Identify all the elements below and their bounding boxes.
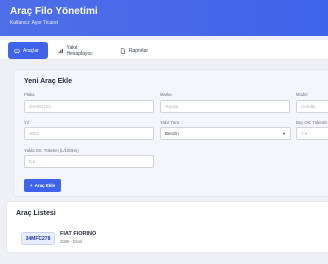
chart-icon xyxy=(58,48,63,53)
list-item[interactable]: 34MFC278 FIAT FIORINO 2005 - Dizel xyxy=(21,230,321,250)
document-icon xyxy=(120,47,125,54)
boy-ort-label: Boy Ort. Tüketim xyxy=(296,120,328,125)
new-vehicle-form: Yeni Araç Ekle Plaka Marka Model Yıl Yak… xyxy=(13,69,328,197)
tab-raporlar[interactable]: Raporlar xyxy=(114,42,154,59)
chevron-down-icon: ▼ xyxy=(282,131,286,136)
user-subtitle: Kullanıcı: Ayor Ticarst xyxy=(10,20,58,26)
tab-yakit-hesaplayici[interactable]: Yakıt Hesaplayıcı xyxy=(52,42,108,59)
marka-input[interactable] xyxy=(160,100,290,113)
add-vehicle-button[interactable]: + Araç Ekle xyxy=(24,179,61,192)
yakit-turu-select[interactable]: Benzin ▼ xyxy=(160,127,291,140)
car-icon xyxy=(14,49,20,53)
tab-bar: Araçlar Yakıt Hesaplayıcı Raporlar xyxy=(0,40,328,60)
add-vehicle-label: Araç Ekle xyxy=(34,183,56,188)
app-title: Araç Filo Yönetimi xyxy=(10,6,98,17)
marka-label: Marka xyxy=(160,92,172,97)
yuklu-ort-input[interactable] xyxy=(24,155,154,168)
yil-label: Yıl xyxy=(24,120,29,125)
tab-label: Araçlar xyxy=(23,47,39,54)
plate-badge: 34MFC278 xyxy=(21,232,55,245)
form-title: Yeni Araç Ekle xyxy=(24,78,72,85)
yakit-turu-value: Benzin xyxy=(165,131,179,136)
boy-ort-input[interactable] xyxy=(296,127,328,140)
plus-icon: + xyxy=(29,183,33,188)
vehicle-list: Araç Listesi 34MFC278 FIAT FIORINO 2005 … xyxy=(6,201,328,253)
vehicle-name: FIAT FIORINO xyxy=(60,231,97,237)
app-header: Araç Filo Yönetimi Kullanıcı: Ayor Ticar… xyxy=(0,0,328,36)
tab-label: Raporlar xyxy=(128,47,148,54)
vehicle-meta: 2005 - Dizel xyxy=(60,239,83,244)
plaka-input[interactable] xyxy=(24,100,154,113)
yil-input[interactable] xyxy=(24,127,154,140)
model-input[interactable] xyxy=(296,100,328,113)
model-label: Model xyxy=(296,92,308,97)
tab-label: Yakıt Hesaplayıcı xyxy=(66,44,93,57)
yakit-turu-label: Yakıt Türü xyxy=(160,120,179,125)
vehicle-list-title: Araç Listesi xyxy=(16,210,56,217)
tab-araclar[interactable]: Araçlar xyxy=(8,42,48,59)
plaka-label: Plaka xyxy=(24,92,35,97)
yuklu-ort-label: Yüklü Ort. Tüketim (L/100km) xyxy=(24,148,79,153)
